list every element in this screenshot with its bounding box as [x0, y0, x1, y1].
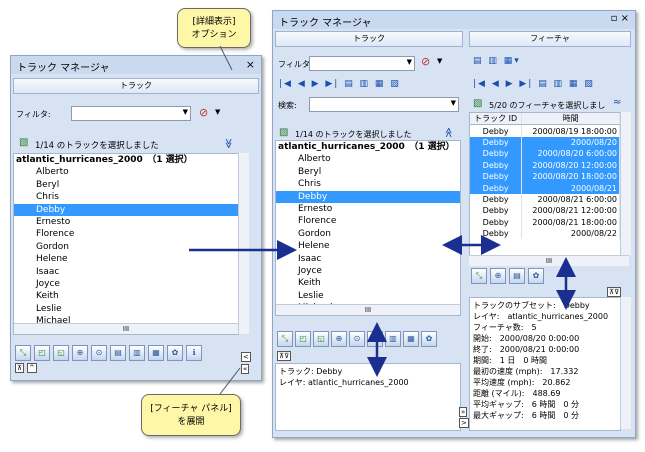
callout-pointer-expand [219, 367, 241, 395]
annotation-arrows [189, 45, 576, 395]
callout-pointer-detail [219, 45, 233, 71]
